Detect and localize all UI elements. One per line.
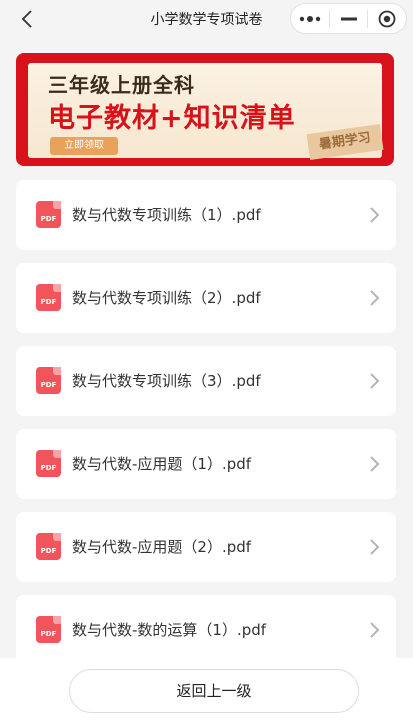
chevron-right-icon <box>370 290 380 306</box>
list-item[interactable]: PDF 数与代数-应用题（2）.pdf <box>16 512 396 582</box>
pdf-icon: PDF <box>36 450 61 477</box>
pdf-icon: PDF <box>36 367 61 394</box>
minimize-icon[interactable] <box>330 4 368 33</box>
chevron-right-icon <box>370 456 380 472</box>
pdf-icon: PDF <box>36 284 61 311</box>
chevron-right-icon <box>370 539 380 555</box>
target-close-icon[interactable] <box>368 4 406 33</box>
chevron-right-icon <box>370 373 380 389</box>
file-name: 数与代数-数的运算（1）.pdf <box>72 621 267 639</box>
pdf-icon: PDF <box>36 616 61 643</box>
chevron-right-icon <box>370 622 380 638</box>
navbar: 小学数学专项试卷 <box>0 0 413 38</box>
pdf-icon: PDF <box>36 201 61 228</box>
chevron-right-icon <box>370 207 380 223</box>
list-item[interactable]: PDF 数与代数专项训练（1）.pdf <box>16 180 396 250</box>
bottom-bar: 返回上一级 <box>0 658 413 721</box>
banner-subheadline: 电子教材+知识清单 <box>48 103 296 134</box>
file-name: 数与代数-应用题（1）.pdf <box>72 455 252 473</box>
list-item[interactable]: PDF 数与代数专项训练（2）.pdf <box>16 263 396 333</box>
back-to-parent-button[interactable]: 返回上一级 <box>69 669 359 713</box>
banner-stamp: 暑期学习 <box>306 123 384 161</box>
file-name: 数与代数专项训练（1）.pdf <box>72 206 261 224</box>
more-dots-icon[interactable] <box>291 4 329 33</box>
list-item[interactable]: PDF 数与代数-应用题（1）.pdf <box>16 429 396 499</box>
promo-banner[interactable]: 三年级上册全科 电子教材+知识清单 立即领取 暑期学习 <box>16 53 394 166</box>
file-name: 数与代数专项训练（2）.pdf <box>72 289 261 307</box>
list-item[interactable]: PDF 数与代数专项训练（3）.pdf <box>16 346 396 416</box>
pdf-icon: PDF <box>36 533 61 560</box>
banner-claim-button[interactable]: 立即领取 <box>50 137 118 155</box>
banner-panel: 三年级上册全科 电子教材+知识清单 立即领取 暑期学习 <box>28 63 384 161</box>
file-name: 数与代数专项训练（3）.pdf <box>72 372 261 390</box>
capsule-menu <box>290 3 407 34</box>
list-item[interactable]: PDF 数与代数-数的运算（1）.pdf <box>16 595 396 665</box>
file-name: 数与代数-应用题（2）.pdf <box>72 538 252 556</box>
banner-headline: 三年级上册全科 <box>48 73 195 97</box>
